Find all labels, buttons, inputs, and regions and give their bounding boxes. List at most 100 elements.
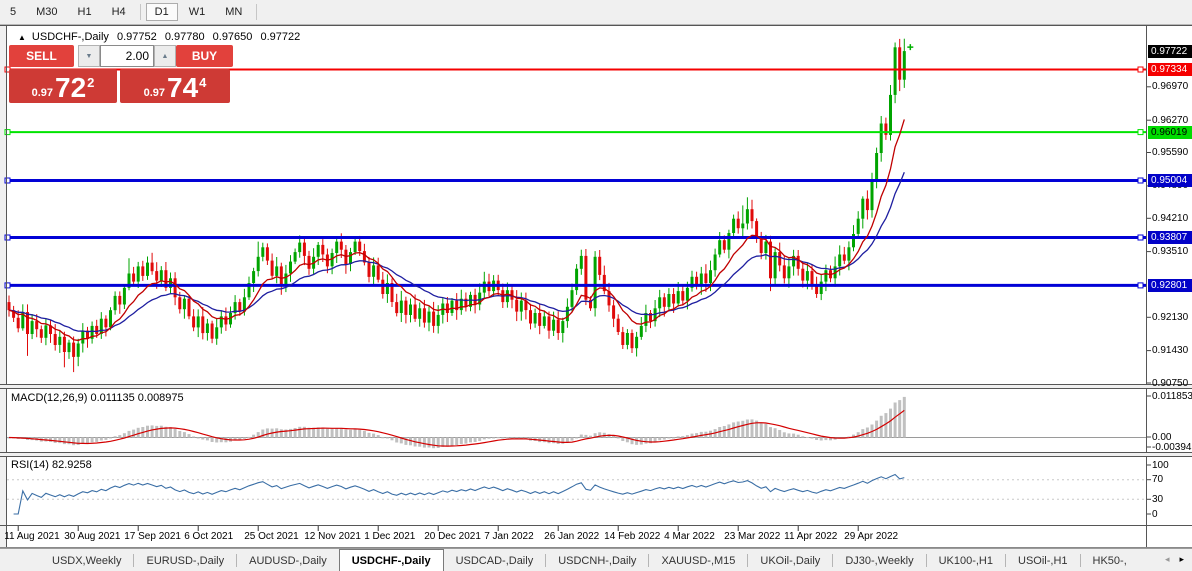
macd-histogram-bar (432, 438, 435, 449)
candle-body (612, 305, 615, 318)
volume-increase-button[interactable]: ▲ (154, 45, 176, 67)
candle-body (197, 316, 200, 327)
candle-body (31, 321, 34, 334)
volume-input[interactable]: 2.00 (100, 45, 154, 67)
candle-body (548, 316, 551, 330)
candle-body (132, 274, 135, 282)
chart-tab-usdchf-daily[interactable]: USDCHF-,Daily (339, 549, 444, 571)
line-handle-right[interactable] (1138, 178, 1143, 183)
chart-tab-dj30-weekly[interactable]: DJ30-,Weekly (833, 549, 925, 571)
date-axis-label: 1 Dec 2021 (364, 531, 415, 542)
candle-body (206, 324, 209, 334)
tab-scroll-right-icon[interactable]: ▸ (1174, 554, 1189, 565)
timeframe-button-m30[interactable]: M30 (27, 4, 66, 20)
candle-body (409, 305, 412, 316)
rsi-line (14, 475, 905, 515)
price-axis-label: 0.92130 (1152, 312, 1192, 323)
chart-tab-eurusd-daily[interactable]: EURUSD-,Daily (134, 549, 236, 571)
candle-body (764, 242, 767, 253)
toolbar-separator (140, 4, 141, 20)
macd-histogram-bar (109, 438, 112, 439)
candle-body (418, 308, 421, 319)
line-handle-right[interactable] (1138, 67, 1143, 72)
last-price-arrow-icon (907, 44, 913, 50)
chart-tab-usdx-weekly[interactable]: USDX,Weekly (40, 549, 133, 571)
macd-histogram-bar (787, 433, 790, 437)
timeframe-button-h4[interactable]: H4 (103, 4, 135, 20)
candle-body (40, 329, 43, 338)
macd-histogram-bar (811, 438, 814, 439)
price-axis-label: -0.003941 (1152, 442, 1192, 453)
chart-tab-usdcnh-daily[interactable]: USDCNH-,Daily (546, 549, 648, 571)
chart-tab-audusd-daily[interactable]: AUDUSD-,Daily (237, 549, 339, 571)
candle-body (723, 240, 726, 250)
candle-body (677, 291, 680, 303)
timeframe-button-h1[interactable]: H1 (69, 4, 101, 20)
macd-histogram-bar (792, 434, 795, 438)
candle-body (354, 242, 357, 253)
candle-body (146, 263, 149, 276)
macd-histogram-bar (815, 438, 818, 441)
macd-histogram-bar (377, 435, 380, 437)
macd-histogram-bar (266, 428, 269, 437)
line-handle-right[interactable] (1138, 130, 1143, 135)
candle-body (857, 219, 860, 234)
candle-body (137, 266, 140, 281)
rsi-bottom-border (0, 525, 1192, 526)
chart-tab-usdcad-daily[interactable]: USDCAD-,Daily (444, 549, 546, 571)
candle-body (266, 247, 269, 260)
macd-histogram-bar (677, 436, 680, 437)
chart-tab-usoil-h1[interactable]: USOil-,H1 (1006, 549, 1080, 571)
candle-body (626, 333, 629, 345)
bid-price-button[interactable]: 0.97722 (9, 69, 117, 103)
price-axis-label: 0.96270 (1152, 115, 1192, 126)
candle-body (414, 305, 417, 319)
tab-scroll-left-icon[interactable]: ◂ (1160, 554, 1175, 565)
macd-histogram-bar (118, 435, 121, 437)
chart-tab-hk50[interactable]: HK50-, (1081, 549, 1139, 571)
toolbar-separator (256, 4, 257, 20)
macd-histogram-bar (760, 423, 763, 438)
price-axis-label: 0 (1152, 509, 1192, 520)
timeframe-button-mn[interactable]: MN (216, 4, 251, 20)
macd-histogram-bar (478, 438, 481, 442)
macd-histogram-bar (104, 438, 107, 440)
macd-histogram-bar (672, 438, 675, 439)
collapse-triangle-icon[interactable]: ▲ (18, 33, 26, 42)
volume-decrease-button[interactable]: ▼ (78, 45, 100, 67)
chart-tab-uk100-h1[interactable]: UK100-,H1 (927, 549, 1005, 571)
candle-body (667, 294, 670, 307)
buy-button[interactable]: BUY (176, 45, 233, 67)
candle-body (658, 297, 661, 308)
candle-body (806, 271, 809, 281)
macd-histogram-bar (501, 438, 504, 439)
macd-histogram-bar (497, 437, 500, 438)
macd-histogram-bar (428, 438, 431, 448)
date-axis-label: 12 Nov 2021 (304, 531, 361, 542)
price-axis-label: 0.96970 (1152, 81, 1192, 92)
macd-histogram-bar (898, 400, 901, 437)
timeframe-button-5[interactable]: 5 (1, 4, 25, 20)
candle-body (552, 320, 555, 331)
line-handle-right[interactable] (1138, 283, 1143, 288)
candle-body (428, 312, 431, 323)
macd-histogram-bar (178, 431, 181, 438)
macd-histogram-bar (381, 437, 384, 438)
price-axis-label: 0.93510 (1152, 246, 1192, 257)
ask-price-button[interactable]: 0.97744 (120, 69, 230, 103)
timeframe-button-w1[interactable]: W1 (180, 4, 215, 20)
line-handle-right[interactable] (1138, 235, 1143, 240)
ask-prefix: 0.97 (144, 87, 165, 99)
chart-tab-xauusd-m15[interactable]: XAUUSD-,M15 (649, 549, 747, 571)
chart-tab-ukoil-daily[interactable]: UKOil-,Daily (748, 549, 832, 571)
candle-body (35, 321, 38, 329)
candle-body (566, 307, 569, 321)
candle-body (778, 252, 781, 265)
candle-body (571, 290, 574, 307)
sell-button[interactable]: SELL (9, 45, 74, 67)
timeframe-button-d1[interactable]: D1 (146, 3, 178, 21)
candle-body (515, 300, 518, 312)
candle-body (224, 316, 227, 324)
macd-histogram-bar (732, 422, 735, 437)
macd-histogram-bar (557, 438, 560, 445)
